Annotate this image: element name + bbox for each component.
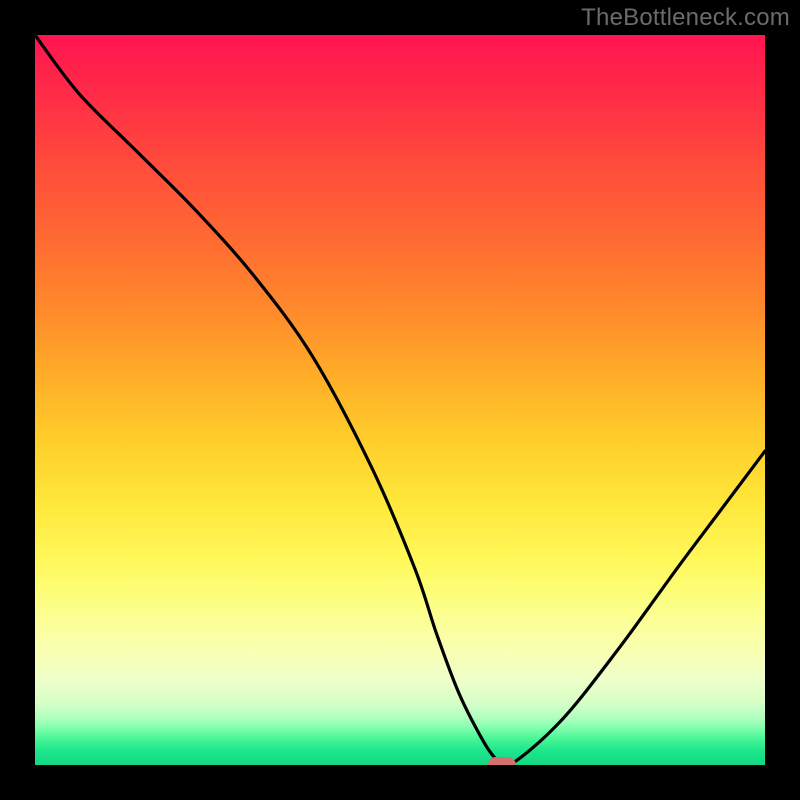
plot-area xyxy=(35,35,765,765)
watermark-text: TheBottleneck.com xyxy=(581,4,790,32)
chart-frame: TheBottleneck.com xyxy=(0,0,800,800)
optimum-marker xyxy=(488,757,516,765)
bottleneck-curve xyxy=(35,35,765,765)
